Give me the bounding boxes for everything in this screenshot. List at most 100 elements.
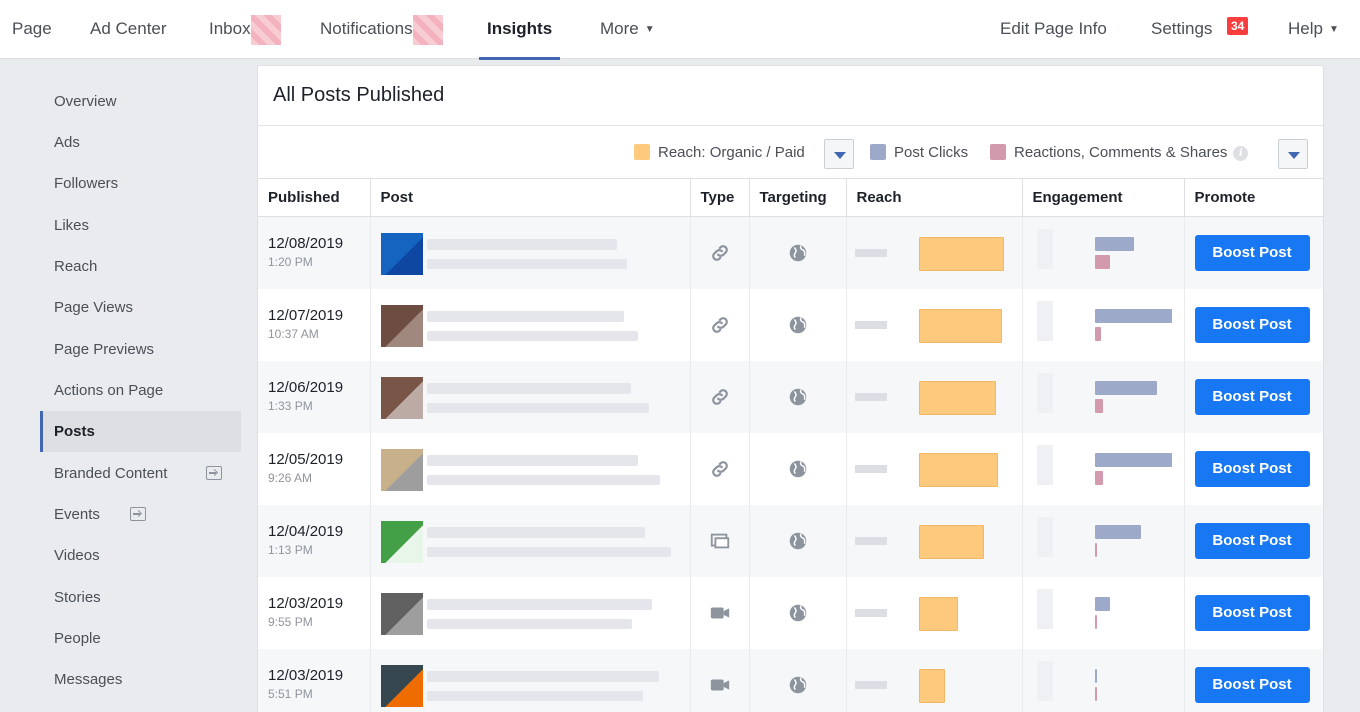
post-text-blurred xyxy=(426,330,638,341)
reach-bar xyxy=(918,452,998,487)
col-reach[interactable]: Reach xyxy=(846,179,1023,217)
nav-notifications[interactable]: Notifications xyxy=(320,0,443,59)
published-date: 12/06/2019 xyxy=(268,378,344,396)
reach-bar xyxy=(918,524,984,559)
boost-post-button[interactable]: Boost Post xyxy=(1194,450,1310,487)
sidebar-item-likes[interactable]: Likes xyxy=(40,205,241,246)
post-cell[interactable] xyxy=(370,360,691,433)
post-cell[interactable] xyxy=(370,288,691,361)
engagement-value-blurred xyxy=(1036,516,1053,557)
table-row[interactable]: 12/07/2019 10:37 AM Boost Post xyxy=(258,288,1323,361)
reach-bar xyxy=(918,596,958,631)
published-date: 12/07/2019 xyxy=(268,306,344,324)
top-navigation: Page Ad Center Inbox Notifications Insig… xyxy=(0,0,1360,60)
engagement-cell xyxy=(1022,576,1185,649)
nav-notifications-label: Notifications xyxy=(320,19,413,38)
post-cell[interactable] xyxy=(370,432,691,505)
promote-cell: Boost Post xyxy=(1184,288,1323,361)
reach-cell xyxy=(846,576,1023,649)
post-cell[interactable] xyxy=(370,648,691,712)
post-thumbnail[interactable] xyxy=(380,376,423,419)
sidebar-item-stories[interactable]: Stories xyxy=(40,577,241,618)
type-cell xyxy=(690,288,750,361)
promote-cell: Boost Post xyxy=(1184,360,1323,433)
reach-value-blurred xyxy=(854,608,887,617)
nav-more-label: More xyxy=(600,19,639,38)
reactions-bar xyxy=(1094,686,1097,701)
sidebar-item-actions-on-page[interactable]: Actions on Page xyxy=(40,370,241,411)
sidebar-item-page-views[interactable]: Page Views xyxy=(40,287,241,328)
sidebar-item-posts[interactable]: Posts xyxy=(40,411,241,452)
post-thumbnail[interactable] xyxy=(380,592,423,635)
table-row[interactable]: 12/08/2019 1:20 PM Boost Post xyxy=(258,216,1323,289)
caret-down-icon: ▼ xyxy=(1328,24,1339,35)
reach-cell xyxy=(846,504,1023,577)
boost-post-button[interactable]: Boost Post xyxy=(1194,306,1310,343)
sidebar-item-reach[interactable]: Reach xyxy=(40,246,241,287)
sidebar-item-overview[interactable]: Overview xyxy=(40,81,241,122)
link-icon xyxy=(709,242,731,264)
sidebar-item-followers[interactable]: Followers xyxy=(40,163,241,204)
post-thumbnail[interactable] xyxy=(380,520,423,563)
caret-down-icon: ▼ xyxy=(644,24,655,35)
sidebar-item-events[interactable]: Events xyxy=(40,494,241,535)
engagement-value-blurred xyxy=(1036,372,1053,413)
nav-settings[interactable]: Settings 34 xyxy=(1151,0,1250,59)
reach-dropdown-button[interactable] xyxy=(824,139,854,169)
targeting-cell xyxy=(749,432,847,505)
boost-post-button[interactable]: Boost Post xyxy=(1194,378,1310,415)
nav-help[interactable]: Help ▼ xyxy=(1288,0,1339,59)
targeting-cell xyxy=(749,504,847,577)
table-row[interactable]: 12/06/2019 1:33 PM Boost Post xyxy=(258,360,1323,433)
published-time: 1:13 PM xyxy=(268,542,313,557)
table-row[interactable]: 12/05/2019 9:26 AM Boost Post xyxy=(258,432,1323,505)
sidebar-item-branded-content[interactable]: Branded Content xyxy=(40,453,241,494)
published-cell: 12/08/2019 1:20 PM xyxy=(258,216,371,289)
targeting-cell xyxy=(749,288,847,361)
type-cell xyxy=(690,216,750,289)
col-engagement[interactable]: Engagement xyxy=(1022,179,1185,217)
legend-post-clicks: Post Clicks xyxy=(870,126,968,179)
post-thumbnail[interactable] xyxy=(380,448,423,491)
nav-ad-center[interactable]: Ad Center xyxy=(90,0,167,59)
nav-inbox[interactable]: Inbox xyxy=(209,0,281,59)
targeting-cell xyxy=(749,576,847,649)
sidebar-item-ads[interactable]: Ads xyxy=(40,122,241,163)
col-published[interactable]: Published xyxy=(258,179,371,217)
post-cell[interactable] xyxy=(370,504,691,577)
table-row[interactable]: 12/04/2019 1:13 PM Boost Post xyxy=(258,504,1323,577)
post-text-blurred xyxy=(426,690,643,701)
nav-page[interactable]: Page xyxy=(12,0,52,59)
nav-insights[interactable]: Insights xyxy=(478,0,561,60)
boost-post-button[interactable]: Boost Post xyxy=(1194,234,1310,271)
type-cell xyxy=(690,576,750,649)
post-thumbnail[interactable] xyxy=(380,304,423,347)
table-row[interactable]: 12/03/2019 9:55 PM Boost Post xyxy=(258,576,1323,649)
col-targeting[interactable]: Targeting xyxy=(749,179,847,217)
table-row[interactable]: 12/03/2019 5:51 PM Boost Post xyxy=(258,648,1323,712)
nav-more[interactable]: More ▼ xyxy=(600,0,655,59)
post-text-blurred xyxy=(426,402,649,413)
sidebar-item-page-previews[interactable]: Page Previews xyxy=(40,329,241,370)
sidebar-item-messages[interactable]: Messages xyxy=(40,659,241,700)
post-cell[interactable] xyxy=(370,216,691,289)
reactions-swatch xyxy=(990,144,1006,160)
reach-value-blurred xyxy=(854,464,887,473)
sidebar-item-people[interactable]: People xyxy=(40,618,241,659)
post-cell[interactable] xyxy=(370,576,691,649)
reactions-bar xyxy=(1094,326,1101,341)
targeting-cell xyxy=(749,360,847,433)
globe-icon xyxy=(787,314,809,336)
boost-post-button[interactable]: Boost Post xyxy=(1194,522,1310,559)
col-type[interactable]: Type xyxy=(690,179,750,217)
nav-settings-label: Settings xyxy=(1151,19,1213,38)
post-thumbnail[interactable] xyxy=(380,664,423,707)
sidebar-item-videos[interactable]: Videos xyxy=(40,535,241,576)
post-thumbnail[interactable] xyxy=(380,232,423,275)
engagement-dropdown-button[interactable] xyxy=(1278,139,1308,169)
info-icon[interactable]: i xyxy=(1233,146,1249,161)
nav-edit-page-info[interactable]: Edit Page Info xyxy=(1000,0,1107,59)
boost-post-button[interactable]: Boost Post xyxy=(1194,594,1310,631)
boost-post-button[interactable]: Boost Post xyxy=(1194,666,1310,703)
post-text-blurred xyxy=(426,474,660,485)
